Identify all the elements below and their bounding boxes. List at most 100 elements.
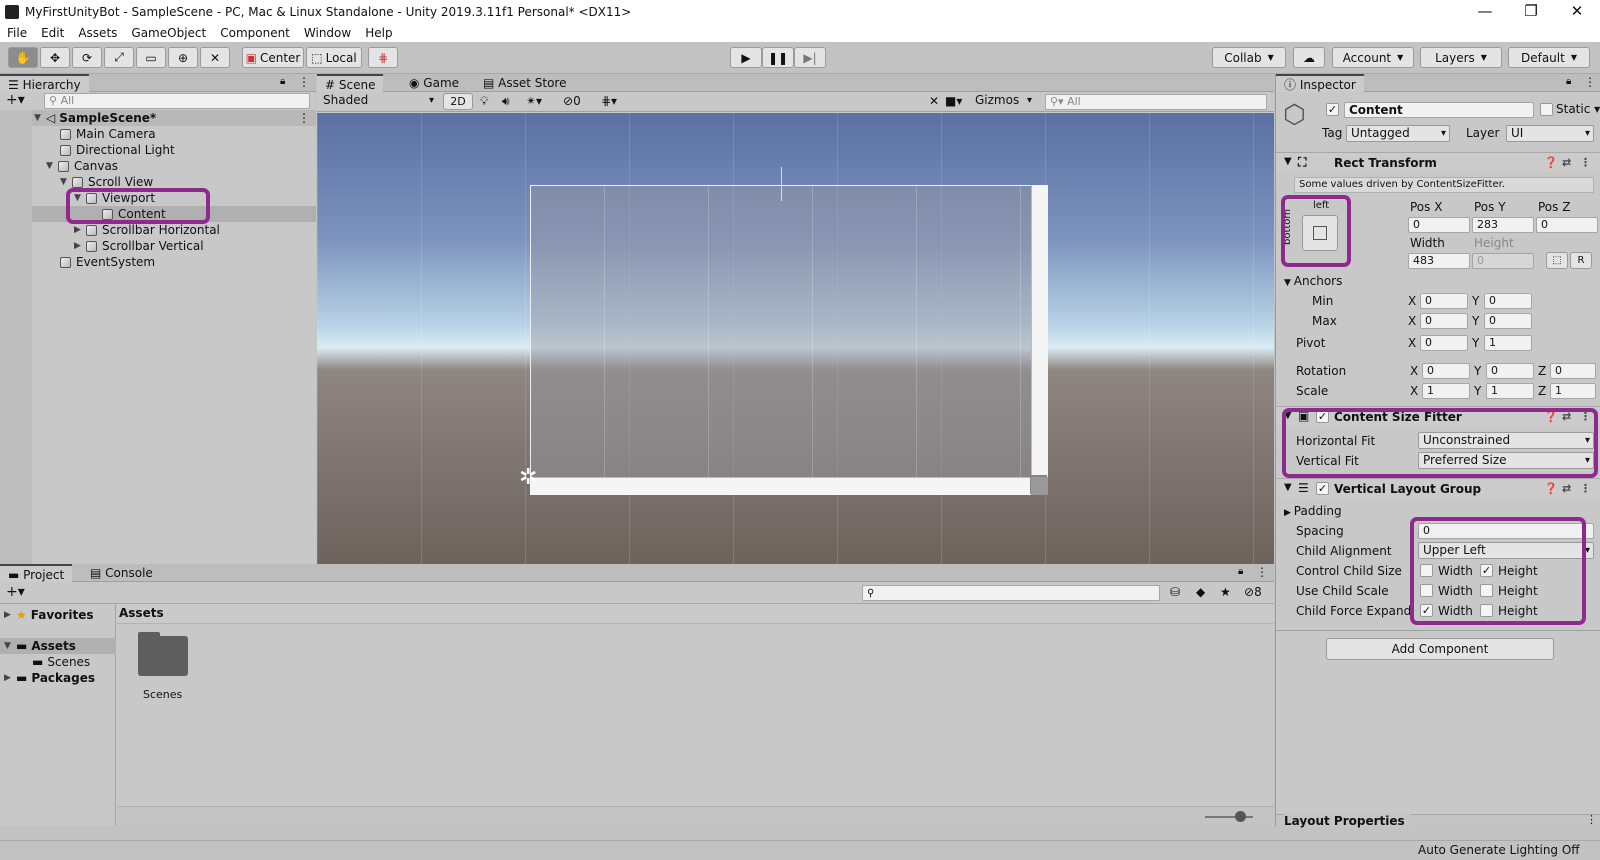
tab-project[interactable]: ▬ Project bbox=[0, 564, 73, 582]
grid-toggle-icon[interactable]: ⋕▾ bbox=[601, 94, 617, 108]
menu-gameobject[interactable]: GameObject bbox=[124, 26, 213, 40]
layout-properties-bar[interactable]: Layout Properties ⋮ bbox=[1276, 813, 1600, 828]
scrollbar-vertical-rect[interactable] bbox=[1031, 185, 1048, 475]
lock-icon[interactable]: 🔒︎ bbox=[1566, 76, 1571, 87]
menu-dots-icon[interactable]: ⋮ bbox=[1256, 565, 1268, 579]
hierarchy-item-scrollbar-vertical[interactable]: ▶ Scrollbar Vertical bbox=[74, 238, 204, 254]
scenes-folder-icon[interactable] bbox=[138, 636, 188, 676]
anchor-max-y-field[interactable]: 0 bbox=[1484, 313, 1532, 329]
height-field[interactable]: 0 bbox=[1472, 253, 1534, 269]
component-menu-icon[interactable]: ⋮ bbox=[1580, 156, 1591, 169]
anchor-min-x-field[interactable]: 0 bbox=[1420, 293, 1468, 309]
help-icon[interactable]: ❓ bbox=[1544, 482, 1558, 495]
anchor-max-x-field[interactable]: 0 bbox=[1420, 313, 1468, 329]
pivot-x-field[interactable]: 0 bbox=[1420, 335, 1468, 351]
layer-dropdown[interactable]: UI bbox=[1506, 125, 1594, 142]
menu-dots-icon[interactable]: ⋮ bbox=[1584, 75, 1596, 89]
layout-dropdown[interactable]: Default ▼ bbox=[1508, 47, 1590, 68]
scale-tool-icon[interactable]: ⤢ bbox=[104, 47, 134, 68]
tools-icon[interactable]: ✕ bbox=[929, 94, 939, 108]
hierarchy-item-canvas[interactable]: ▼ Canvas bbox=[46, 158, 118, 174]
menu-dots-icon[interactable]: ⋮ bbox=[298, 75, 310, 89]
add-component-button[interactable]: Add Component bbox=[1326, 638, 1554, 660]
camera-dropdown-icon[interactable]: ■▾ bbox=[945, 94, 962, 108]
presets-icon[interactable]: ⇄ bbox=[1562, 482, 1571, 495]
rotation-z-field[interactable]: 0 bbox=[1550, 363, 1596, 379]
collab-dropdown[interactable]: Collab ▼ bbox=[1212, 47, 1286, 68]
tree-assets[interactable]: ▼ ▬ Assets bbox=[4, 638, 76, 654]
padding-foldout[interactable]: ▶ Padding bbox=[1284, 504, 1342, 518]
favorite-star-icon[interactable]: ★ bbox=[1220, 585, 1231, 599]
tree-packages[interactable]: ▶ ▬ Packages bbox=[4, 670, 95, 686]
create-plus-icon[interactable]: +▾ bbox=[6, 92, 25, 108]
tree-favorites[interactable]: ▶ ★ Favorites bbox=[4, 607, 93, 623]
menu-file[interactable]: File bbox=[0, 26, 34, 40]
menu-assets[interactable]: Assets bbox=[71, 26, 124, 40]
vlg-enabled-checkbox[interactable]: ✓ bbox=[1316, 482, 1329, 495]
vertical-layout-group-header[interactable]: ▼ ☰ ✓ Vertical Layout Group ❓ ⇄ ⋮ bbox=[1276, 478, 1600, 498]
tab-inspector[interactable]: ⓘ Inspector bbox=[1276, 74, 1364, 92]
blueprint-mode-icon[interactable]: ⬚ bbox=[1546, 252, 1568, 269]
menu-edit[interactable]: Edit bbox=[34, 26, 71, 40]
scene-menu-dots-icon[interactable]: ⋮ bbox=[298, 111, 310, 125]
pause-button[interactable]: ❚❚ bbox=[762, 47, 794, 68]
tree-scenes[interactable]: ▬ Scenes bbox=[32, 654, 90, 670]
active-checkbox[interactable]: ✓ bbox=[1326, 103, 1339, 116]
gizmos-dropdown[interactable]: Gizmos bbox=[971, 93, 1035, 110]
lock-icon[interactable]: 🔒︎ bbox=[280, 76, 285, 87]
posz-field[interactable]: 0 bbox=[1536, 217, 1598, 233]
project-search-input[interactable]: ⚲ bbox=[862, 585, 1160, 601]
hierarchy-item-directional-light[interactable]: Directional Light bbox=[60, 142, 175, 158]
scrollbar-horizontal-rect[interactable] bbox=[530, 477, 1030, 495]
pivot-local-button[interactable]: ⬚ Local bbox=[306, 47, 362, 68]
snap-icon[interactable]: ⋕ bbox=[368, 47, 398, 68]
maximize-button[interactable]: ❐ bbox=[1508, 0, 1554, 24]
lock-icon[interactable]: 🔒︎ bbox=[1238, 566, 1243, 577]
layers-dropdown[interactable]: Layers ▼ bbox=[1420, 47, 1502, 68]
tag-dropdown[interactable]: Untagged bbox=[1346, 125, 1450, 142]
hierarchy-search-input[interactable]: ⚲ All bbox=[44, 93, 310, 109]
width-field[interactable]: 483 bbox=[1408, 253, 1470, 269]
rect-transform-header[interactable]: ▼ ⛶ Rect Transform ❓ ⇄ ⋮ bbox=[1276, 152, 1600, 172]
posy-field[interactable]: 283 bbox=[1472, 217, 1534, 233]
hierarchy-item-scrollbar-horizontal[interactable]: ▶ Scrollbar Horizontal bbox=[74, 222, 220, 238]
zoom-slider-handle[interactable] bbox=[1235, 811, 1246, 822]
component-menu-icon[interactable]: ⋮ bbox=[1580, 482, 1591, 495]
scenes-folder-label[interactable]: Scenes bbox=[143, 688, 182, 701]
tab-console[interactable]: ▤ Console bbox=[82, 564, 161, 582]
minimize-button[interactable]: — bbox=[1462, 0, 1508, 24]
menu-component[interactable]: Component bbox=[213, 26, 297, 40]
account-dropdown[interactable]: Account ▼ bbox=[1332, 47, 1414, 68]
tab-asset-store[interactable]: ▤ Asset Store bbox=[475, 74, 575, 92]
pivot-gizmo-icon[interactable]: ✲ bbox=[519, 465, 537, 490]
move-tool-icon[interactable]: ✥ bbox=[40, 47, 70, 68]
tab-game[interactable]: ◉ Game bbox=[401, 74, 467, 92]
hierarchy-item-eventsystem[interactable]: EventSystem bbox=[60, 254, 155, 270]
scene-item[interactable]: ▼ ◁ SampleScene* bbox=[34, 110, 156, 126]
layout-menu-dots-icon[interactable]: ⋮ bbox=[1586, 813, 1597, 826]
help-icon[interactable]: ❓ bbox=[1544, 156, 1558, 169]
hidden-objects-icon[interactable]: ⊘0 bbox=[563, 94, 581, 108]
menu-help[interactable]: Help bbox=[358, 26, 399, 40]
2d-toggle-button[interactable]: 2D bbox=[443, 93, 473, 110]
rotate-tool-icon[interactable]: ⟳ bbox=[72, 47, 102, 68]
filter-label-icon[interactable]: ◆ bbox=[1196, 585, 1205, 599]
menu-window[interactable]: Window bbox=[297, 26, 358, 40]
hierarchy-item-main-camera[interactable]: Main Camera bbox=[60, 126, 156, 142]
tab-scene[interactable]: # Scene bbox=[317, 74, 384, 92]
presets-icon[interactable]: ⇄ bbox=[1562, 156, 1571, 169]
shading-mode-dropdown[interactable]: Shaded bbox=[319, 93, 437, 110]
rotation-x-field[interactable]: 0 bbox=[1422, 363, 1470, 379]
custom-tool-icon[interactable]: ✕ bbox=[200, 47, 230, 68]
play-button[interactable]: ▶ bbox=[730, 47, 762, 68]
transform-tool-icon[interactable]: ⊕ bbox=[168, 47, 198, 68]
rotation-y-field[interactable]: 0 bbox=[1486, 363, 1534, 379]
filter-type-icon[interactable]: ⛁ bbox=[1170, 585, 1180, 599]
anchors-foldout[interactable]: ▼ Anchors bbox=[1284, 274, 1342, 288]
cloud-icon[interactable]: ☁ bbox=[1293, 47, 1325, 68]
scale-z-field[interactable]: 1 bbox=[1550, 383, 1596, 399]
create-plus-icon[interactable]: +▾ bbox=[6, 584, 25, 600]
scale-x-field[interactable]: 1 bbox=[1422, 383, 1470, 399]
lighting-toggle-icon[interactable]: 💡︎ bbox=[480, 94, 488, 109]
breadcrumb-assets[interactable]: Assets bbox=[119, 606, 164, 620]
